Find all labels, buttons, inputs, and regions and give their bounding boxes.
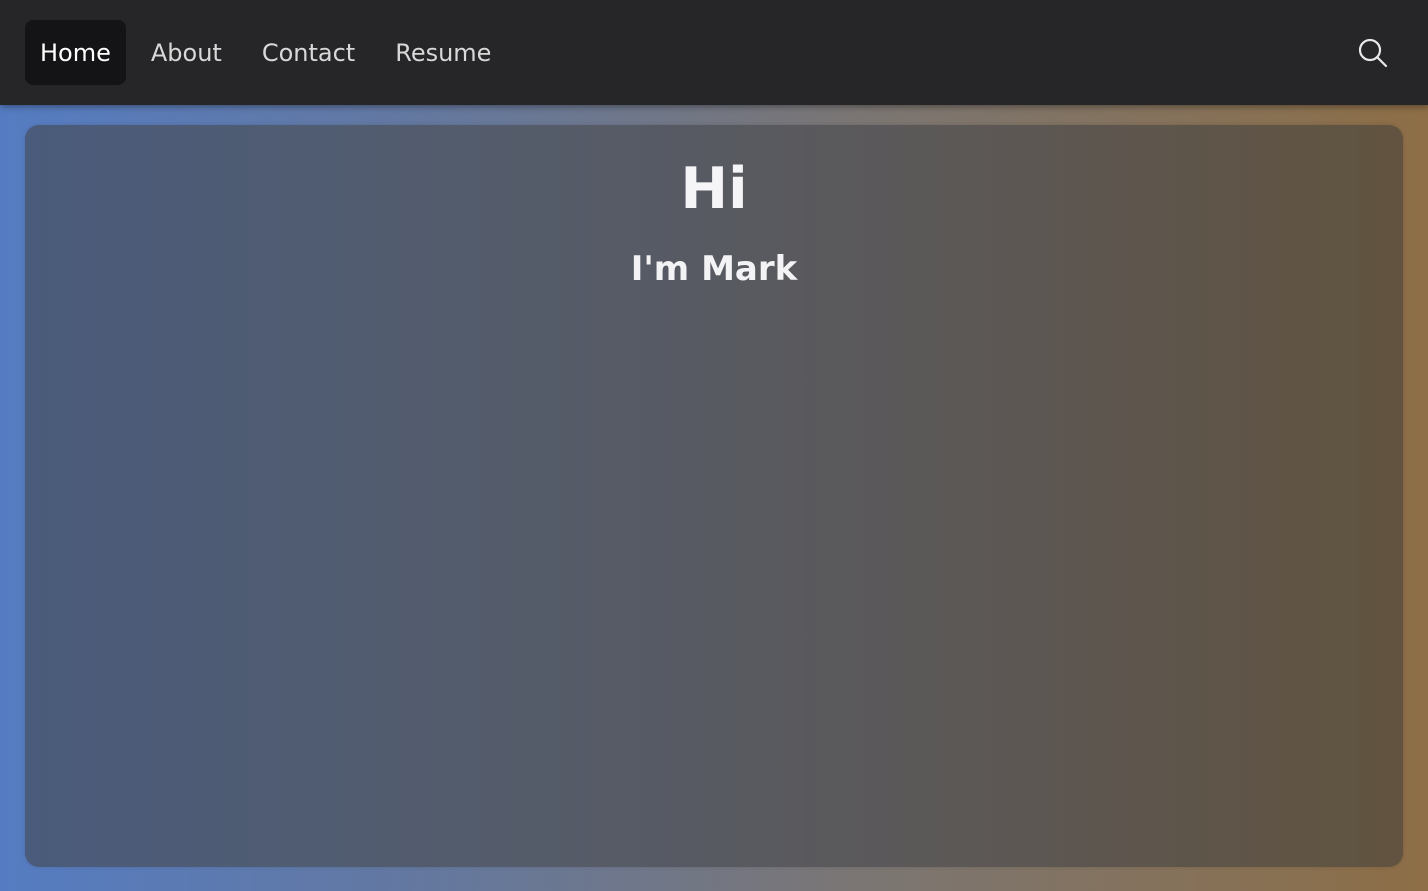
nav-about-link[interactable]: About	[136, 20, 237, 85]
nav-contact-link[interactable]: Contact	[247, 20, 370, 85]
nav-resume-link[interactable]: Resume	[380, 20, 506, 85]
hero-title: Hi	[680, 156, 748, 222]
nav-home-link[interactable]: Home	[25, 20, 126, 85]
top-navbar: Home About Contact Resume	[0, 0, 1428, 105]
search-button[interactable]	[1356, 36, 1390, 70]
hero-card: Hi I'm Mark	[25, 125, 1403, 867]
hero-subtitle: I'm Mark	[630, 249, 798, 289]
search-icon	[1358, 38, 1388, 68]
nav-links: Home About Contact Resume	[25, 20, 516, 85]
